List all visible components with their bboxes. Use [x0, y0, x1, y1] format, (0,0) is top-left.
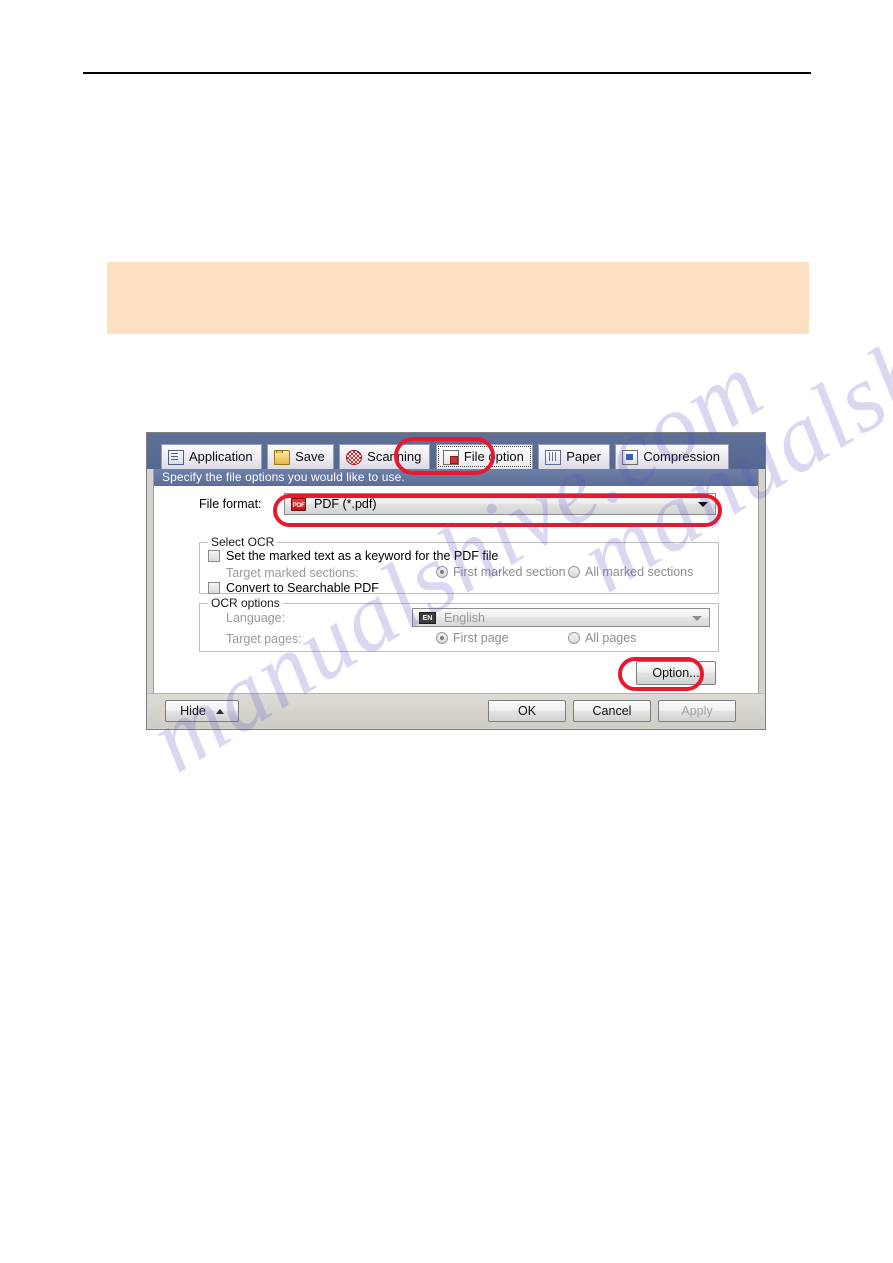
target-marked-sections-label: Target marked sections:	[226, 566, 359, 580]
tab-compression[interactable]: Compression	[615, 444, 730, 469]
radio-all-marked-sections[interactable]: All marked sections	[568, 565, 693, 579]
searchable-pdf-checkbox-label: Convert to Searchable PDF	[226, 581, 379, 595]
keyword-checkbox[interactable]: Set the marked text as a keyword for the…	[208, 549, 498, 563]
tab-save-label: Save	[295, 449, 325, 464]
hide-button[interactable]: Hide	[165, 700, 239, 722]
language-value: English	[444, 610, 485, 625]
chevron-up-icon	[215, 708, 224, 714]
radio-dot-icon	[568, 632, 580, 644]
tab-compression-label: Compression	[643, 449, 721, 464]
scanner-settings-dialog: Application Save Scanning File option Pa…	[146, 432, 766, 730]
language-label: Language:	[226, 611, 286, 625]
page-header-rule	[83, 72, 811, 74]
target-pages-label: Target pages:	[226, 632, 302, 646]
select-ocr-group: Select OCR Set the marked text as a keyw…	[199, 535, 719, 595]
paper-icon	[545, 449, 562, 465]
chevron-down-icon	[692, 615, 702, 621]
chevron-down-icon	[698, 502, 708, 507]
option-button[interactable]: Option...	[636, 661, 716, 685]
compression-icon	[622, 449, 639, 465]
tab-paper-label: Paper	[566, 449, 601, 464]
tab-file-option-label: File option	[463, 449, 524, 464]
ocr-options-group-title: OCR options	[208, 596, 283, 610]
tab-application[interactable]: Application	[161, 444, 262, 469]
radio-all-marked-sections-label: All marked sections	[585, 565, 694, 579]
radio-dot-icon	[436, 566, 448, 578]
radio-dot-icon	[568, 566, 580, 578]
radio-dot-icon	[436, 632, 448, 644]
pdf-file-icon: PDF	[291, 497, 306, 511]
radio-first-marked-section[interactable]: First marked section	[436, 565, 566, 579]
radio-all-pages-label: All pages	[585, 631, 637, 645]
callout-note-box	[107, 262, 809, 334]
select-ocr-group-title: Select OCR	[208, 535, 278, 549]
file-format-dropdown[interactable]: PDF PDF (*.pdf)	[284, 493, 716, 515]
tab-scanning[interactable]: Scanning	[339, 444, 431, 469]
radio-first-page-label: First page	[453, 631, 509, 645]
keyword-checkbox-label: Set the marked text as a keyword for the…	[226, 549, 499, 563]
radio-first-marked-section-label: First marked section	[453, 565, 566, 579]
dialog-instruction-banner: Specify the file options you would like …	[154, 469, 758, 486]
checkbox-box-icon	[208, 582, 220, 594]
hide-button-label: Hide	[180, 704, 206, 718]
dialog-footer: Hide OK Cancel Apply	[148, 693, 764, 728]
file-format-label: File format:	[199, 497, 262, 511]
ok-button[interactable]: OK	[488, 700, 566, 722]
cancel-button[interactable]: Cancel	[573, 700, 651, 722]
scanning-icon	[346, 449, 363, 465]
tab-paper[interactable]: Paper	[538, 444, 610, 469]
file-format-value: PDF (*.pdf)	[314, 497, 377, 511]
language-dropdown[interactable]: EN English	[412, 608, 710, 627]
tab-scanning-label: Scanning	[367, 449, 422, 464]
tab-application-label: Application	[189, 449, 253, 464]
searchable-pdf-checkbox[interactable]: Convert to Searchable PDF	[208, 581, 379, 595]
application-icon	[168, 449, 184, 465]
folder-save-icon	[274, 449, 291, 465]
radio-all-pages[interactable]: All pages	[568, 631, 636, 645]
radio-first-page[interactable]: First page	[436, 631, 509, 645]
file-option-icon	[442, 449, 459, 465]
manual-page: Application Save Scanning File option Pa…	[0, 0, 893, 1263]
apply-button: Apply	[658, 700, 736, 722]
english-language-icon: EN	[419, 611, 436, 624]
checkbox-box-icon	[208, 550, 220, 562]
ocr-options-group: OCR options Language: EN English Target …	[199, 596, 719, 652]
tab-file-option[interactable]: File option	[435, 444, 533, 469]
dialog-tabstrip: Application Save Scanning File option Pa…	[147, 433, 765, 469]
tab-save[interactable]: Save	[267, 444, 334, 469]
dialog-body: Specify the file options you would like …	[153, 469, 759, 695]
file-format-row: File format: PDF PDF (*.pdf)	[154, 493, 758, 517]
